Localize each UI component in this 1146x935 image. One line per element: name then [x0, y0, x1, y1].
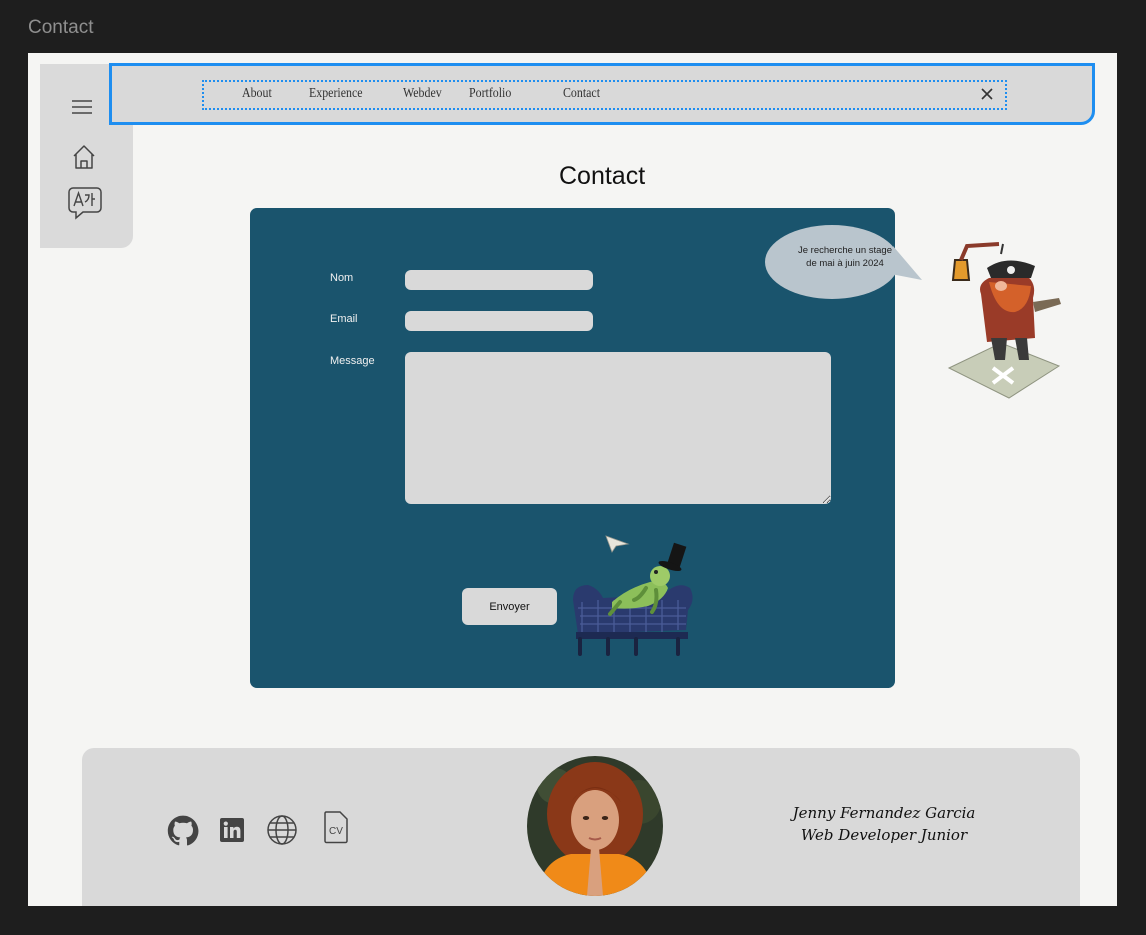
home-icon[interactable] [70, 143, 98, 171]
nav-links-container: About Experience Webdev Portfolio Contac… [202, 80, 1007, 110]
page-title: Contact [559, 162, 646, 190]
submit-button[interactable]: Envoyer [462, 588, 557, 625]
frame-label: Contact [28, 17, 94, 38]
avatar [527, 756, 663, 896]
nav-link-portfolio[interactable]: Portfolio [469, 86, 511, 102]
hamburger-menu-icon[interactable] [70, 97, 94, 117]
github-icon[interactable] [167, 815, 199, 852]
footer: CV Jenny Fernandez Garcia Web Developer … [82, 748, 1080, 906]
close-icon[interactable] [977, 84, 997, 104]
footer-name: Jenny Fernandez Garcia [792, 804, 976, 822]
footer-role: Web Developer Junior [800, 826, 968, 844]
nav-link-webdev[interactable]: Webdev [403, 86, 442, 102]
email-label: Email [330, 313, 358, 325]
cv-icon[interactable]: CV [323, 810, 349, 849]
frog-sofa-illustration [573, 535, 693, 656]
nav-link-experience[interactable]: Experience [309, 86, 363, 102]
message-textarea[interactable] [405, 352, 831, 504]
name-label: Nom [330, 272, 354, 284]
globe-icon[interactable] [266, 814, 298, 851]
nav-link-contact[interactable]: Contact [563, 86, 600, 102]
name-input[interactable] [405, 270, 593, 290]
email-input[interactable] [405, 311, 593, 331]
page-canvas: About Experience Webdev Portfolio Contac… [28, 53, 1117, 906]
message-label: Message [330, 355, 375, 367]
pirate-illustration [947, 242, 1061, 399]
top-navbar: About Experience Webdev Portfolio Contac… [109, 63, 1095, 125]
translate-icon[interactable] [67, 185, 103, 221]
linkedin-icon[interactable] [220, 818, 244, 847]
speech-bubble-text: Je recherche un stage de mai à juin 2024 [797, 245, 892, 269]
nav-link-about[interactable]: About [242, 86, 272, 102]
svg-text:CV: CV [329, 826, 343, 837]
